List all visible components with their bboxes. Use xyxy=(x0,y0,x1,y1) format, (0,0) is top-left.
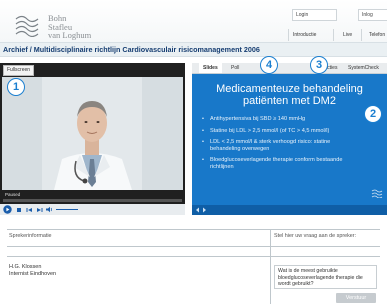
control-bar xyxy=(0,204,185,215)
question-input[interactable]: Wat is de meest gebruikte bloedglucoseve… xyxy=(274,265,377,289)
next-icon xyxy=(36,207,42,212)
status-text: Paused xyxy=(5,192,21,197)
password-label: Inlog xyxy=(362,12,373,18)
list-item: Bloedglucoseverlagende therapie conform … xyxy=(202,157,362,170)
speaker-info: H.G. Klossen Internist Eindhoven xyxy=(9,264,56,278)
speaker-role: Internist Eindhoven xyxy=(9,271,57,277)
progress-bar[interactable] xyxy=(3,199,182,202)
volume-button[interactable] xyxy=(45,205,53,214)
previous-icon xyxy=(26,207,32,212)
question-header: Stel hier uw vraag aan de spreker: xyxy=(274,233,357,239)
volume-slider[interactable] xyxy=(56,209,78,210)
video-area[interactable] xyxy=(2,77,183,190)
nav-telefoon[interactable]: Telefon xyxy=(369,32,385,38)
logo-line: van Loghum xyxy=(48,30,92,40)
nav-live[interactable]: Live xyxy=(343,32,352,38)
video-player[interactable]: Fullscreen Paused xyxy=(0,63,185,215)
list-item: Antihypertensiva bij SBD ≥ 140 mmHg xyxy=(202,116,362,123)
play-button[interactable] xyxy=(2,205,12,214)
list-item: Statine bij LDL > 2,5 mmol/l (of TC > 4,… xyxy=(202,128,362,135)
slide-title-line: Medicamenteuze behandeling xyxy=(216,83,363,95)
play-icon xyxy=(2,205,12,214)
stop-icon xyxy=(17,207,21,212)
callout-badge: 4 xyxy=(260,56,278,74)
page-title: Archief / Multidisciplinaire richtlijn C… xyxy=(3,45,260,54)
callout-badge: 2 xyxy=(364,105,382,123)
callout-badge: 1 xyxy=(7,78,25,96)
slide-footer xyxy=(192,205,387,215)
slide-logo-icon xyxy=(371,189,383,198)
slide-title-line: patiënten met DM2 xyxy=(243,95,336,107)
tab-bar: Slides Poll Reacties SystemCheck xyxy=(192,63,387,74)
login-field[interactable]: Login xyxy=(292,9,337,21)
tab-poll[interactable]: Poll xyxy=(227,63,243,73)
logo-text: Bohn Stafleu van Loghum xyxy=(48,14,91,40)
nav-separator xyxy=(361,29,362,41)
speaker-name: H.G. Klossen xyxy=(9,264,42,270)
nav-separator xyxy=(333,29,334,41)
fullscreen-button[interactable]: Fullscreen xyxy=(3,65,35,76)
nav-separator xyxy=(288,29,289,41)
slide-bullets: Antihypertensiva bij SBD ≥ 140 mmHg Stat… xyxy=(202,116,362,176)
login-label: Login xyxy=(296,12,309,18)
next-button[interactable] xyxy=(35,205,43,214)
send-button[interactable]: Verstuur xyxy=(336,293,376,303)
divider xyxy=(7,256,380,257)
slide-nav-arrows-icon[interactable] xyxy=(195,207,207,213)
slide-title: Medicamenteuze behandeling patiënten met… xyxy=(192,83,387,107)
previous-button[interactable] xyxy=(25,205,33,214)
doctor-video-frame xyxy=(2,77,183,190)
slides-panel: Slides Poll Reacties SystemCheck Medicam… xyxy=(192,63,387,215)
breadcrumb-bar: Archief / Multidisciplinaire richtlijn C… xyxy=(0,42,387,57)
column-divider xyxy=(270,229,271,304)
list-item: LDL < 2,5 mmol/l & sterk verhoogd risico… xyxy=(202,139,362,152)
tab-systemcheck[interactable]: SystemCheck xyxy=(344,63,383,73)
tab-slides[interactable]: Slides xyxy=(199,63,222,73)
volume-icon xyxy=(46,206,52,213)
password-field[interactable]: Inlog xyxy=(358,9,387,21)
logo-icon xyxy=(15,15,39,37)
nav-introductie[interactable]: Introductie xyxy=(293,32,316,38)
stop-button[interactable] xyxy=(15,205,23,214)
speaker-header: Sprekerinformatie xyxy=(9,233,52,239)
app-frame: Bohn Stafleu van Loghum Login Inlog Intr… xyxy=(0,0,387,308)
divider xyxy=(7,246,380,247)
callout-badge: 3 xyxy=(310,56,328,74)
divider xyxy=(7,229,380,230)
